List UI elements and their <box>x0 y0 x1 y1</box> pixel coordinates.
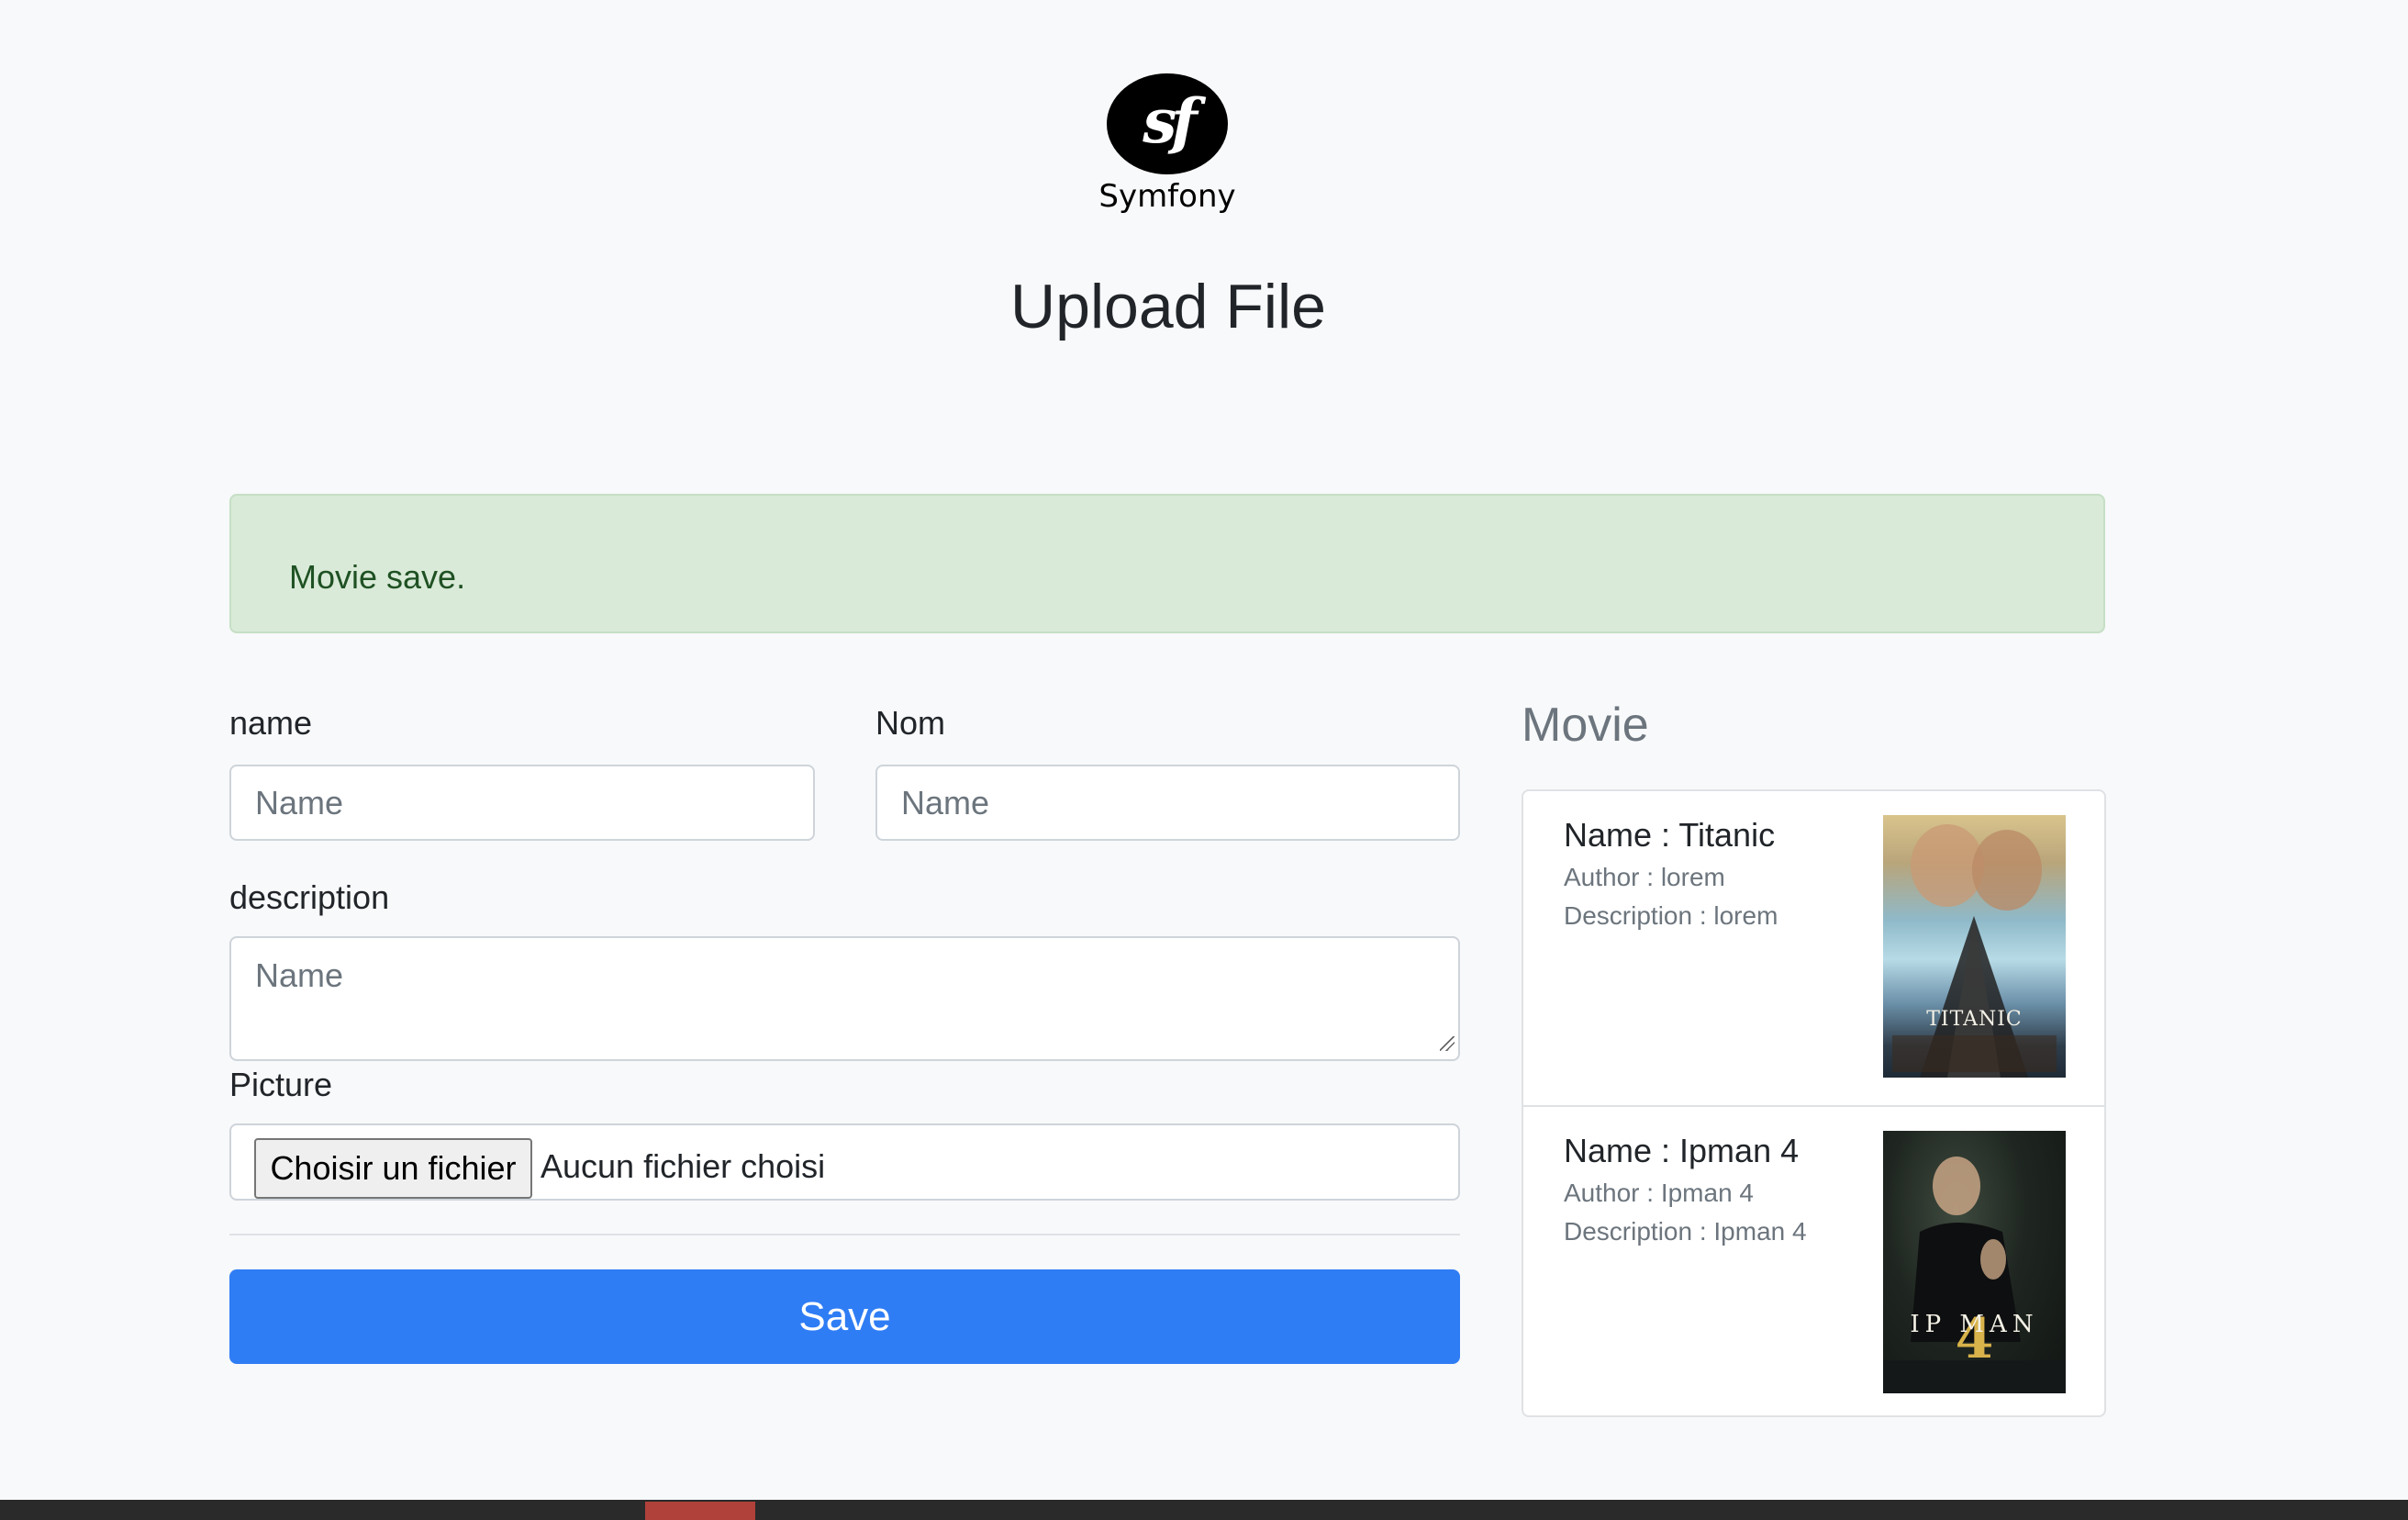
name-label: name <box>229 704 313 742</box>
form-divider <box>229 1234 1460 1235</box>
titanic-poster-title: TITANIC <box>1926 1008 2023 1031</box>
name-input[interactable] <box>229 765 815 841</box>
description-textarea[interactable] <box>229 936 1460 1061</box>
movie-list-heading: Movie <box>1522 699 1649 752</box>
movie-description: Description : lorem <box>1564 901 1778 930</box>
textarea-resize-handle[interactable] <box>1440 1036 1455 1051</box>
movie-list: Name : Titanic Author : lorem Descriptio… <box>1522 789 2106 1417</box>
nom-input[interactable] <box>875 765 1460 841</box>
page-title: Upload File <box>1010 272 1326 341</box>
picture-label: Picture <box>229 1066 333 1103</box>
symfony-logo: sf Symfony <box>1089 73 1245 215</box>
movie-poster-ipman: 4 IP MAN <box>1883 1131 2066 1393</box>
taskbar-active-item[interactable] <box>645 1502 755 1520</box>
choose-file-button[interactable]: Choisir un fichier <box>254 1138 532 1199</box>
logo-glyph: sf <box>1143 85 1198 157</box>
nom-label: Nom <box>875 704 946 742</box>
movie-name: Name : Ipman 4 <box>1564 1132 1800 1169</box>
movie-author: Author : Ipman 4 <box>1564 1179 1755 1207</box>
file-status-text: Aucun fichier choisi <box>541 1147 826 1185</box>
save-button[interactable]: Save <box>229 1269 1460 1364</box>
movie-item-ipman[interactable]: Name : Ipman 4 Author : Ipman 4 Descript… <box>1523 1105 2104 1419</box>
description-label: description <box>229 878 390 916</box>
movie-item-titanic[interactable]: Name : Titanic Author : lorem Descriptio… <box>1523 791 2104 1105</box>
titanic-poster-art <box>1892 824 2057 1078</box>
movie-name: Name : Titanic <box>1564 816 1776 854</box>
symfony-logo-icon: sf <box>1107 73 1228 174</box>
taskbar <box>0 1500 2408 1520</box>
brand-name: Symfony <box>1098 178 1236 215</box>
movie-poster-titanic: TITANIC <box>1883 815 2066 1078</box>
success-alert: Movie save. <box>229 494 2105 633</box>
movie-author: Author : lorem <box>1564 863 1725 891</box>
alert-message: Movie save. <box>289 558 466 596</box>
ipman-poster-title: IP MAN <box>1910 1311 2039 1338</box>
movie-description: Description : Ipman 4 <box>1564 1217 1807 1246</box>
